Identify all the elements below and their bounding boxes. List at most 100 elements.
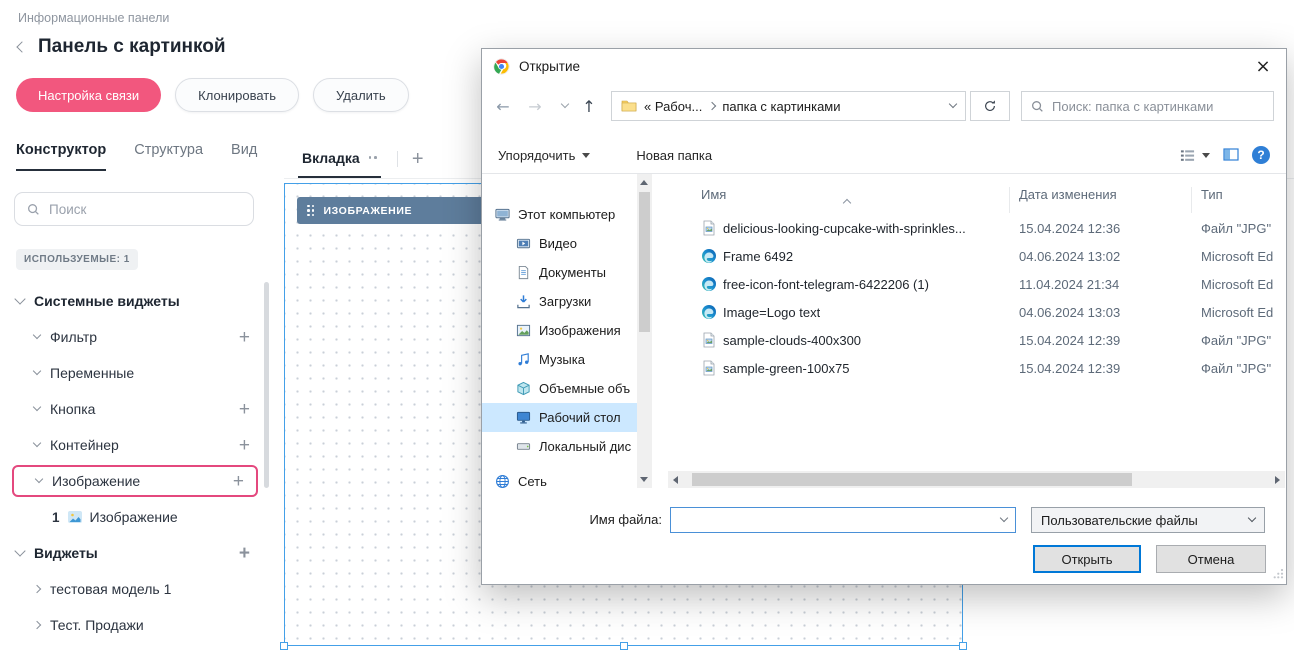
tree-group-system-widgets[interactable]: Системные виджеты bbox=[10, 283, 262, 319]
breadcrumb[interactable]: Информационные панели bbox=[18, 11, 169, 25]
add-button-widget-button[interactable]: + bbox=[239, 400, 250, 419]
column-header-name[interactable]: Имя bbox=[701, 187, 726, 202]
file-row-sample-clouds[interactable]: sample-clouds-400x300 15.04.2024 12:39 Ф… bbox=[668, 326, 1285, 354]
tree-group-widgets[interactable]: Виджеты + bbox=[10, 535, 262, 571]
toolbar-right-icons: ? bbox=[1180, 146, 1270, 164]
breadcrumb-parent[interactable]: « Рабоч... bbox=[644, 99, 702, 114]
nav-up-button[interactable]: ↑ bbox=[576, 83, 602, 129]
folder-item-3d-objects[interactable]: Объемные объ bbox=[482, 374, 652, 403]
view-mode-dropdown[interactable] bbox=[1180, 148, 1210, 163]
search-icon bbox=[27, 203, 40, 216]
horizontal-scrollbar[interactable] bbox=[668, 471, 1285, 488]
tree-item-test-sales[interactable]: Тест. Продажи bbox=[10, 607, 262, 643]
help-icon[interactable]: ? bbox=[1252, 146, 1270, 164]
preview-pane-icon[interactable] bbox=[1223, 147, 1239, 163]
tree-item-test-model[interactable]: тестовая модель 1 bbox=[10, 571, 262, 607]
widget-title: ИЗОБРАЖЕНИЕ bbox=[324, 205, 413, 217]
new-folder-button[interactable]: Новая папка bbox=[636, 148, 712, 163]
nav-history-dropdown[interactable] bbox=[552, 83, 578, 129]
folder-item-downloads[interactable]: Загрузки bbox=[482, 287, 652, 316]
folder-item-documents[interactable]: Документы bbox=[482, 258, 652, 287]
tree-item-label: Фильтр bbox=[50, 329, 97, 345]
tree-item-container[interactable]: Контейнер + bbox=[10, 427, 262, 463]
scrollbar-thumb[interactable] bbox=[692, 473, 1132, 486]
file-name: Frame 6492 bbox=[723, 249, 793, 264]
add-tab-button[interactable]: + bbox=[412, 148, 424, 171]
cancel-button[interactable]: Отмена bbox=[1156, 545, 1266, 573]
computer-icon bbox=[495, 207, 510, 222]
tab-structure[interactable]: Структура bbox=[134, 142, 203, 171]
column-divider[interactable] bbox=[1191, 187, 1192, 213]
tree-item-image-highlighted[interactable]: Изображение + bbox=[12, 465, 258, 497]
tab-menu-dots-icon[interactable] bbox=[369, 156, 377, 159]
tree-item-button[interactable]: Кнопка + bbox=[10, 391, 262, 427]
folder-item-label: Объемные объ bbox=[539, 381, 630, 396]
folder-icon bbox=[621, 98, 637, 114]
file-row-cupcake[interactable]: delicious-looking-cupcake-with-sprinkles… bbox=[668, 214, 1285, 242]
refresh-button[interactable] bbox=[970, 91, 1010, 121]
canvas-tab[interactable]: Вкладка bbox=[298, 139, 381, 178]
tree-item-image-instance[interactable]: 1 Изображение bbox=[10, 499, 262, 535]
folder-item-desktop-selected[interactable]: Рабочий стол bbox=[482, 403, 652, 432]
dialog-titlebar[interactable]: Открытие × bbox=[482, 49, 1286, 83]
nav-back-button[interactable]: ← bbox=[490, 83, 516, 129]
resize-grip[interactable] bbox=[1273, 567, 1284, 582]
file-row-frame[interactable]: Frame 6492 04.06.2024 13:02 Microsoft Ed bbox=[668, 242, 1285, 270]
filename-input[interactable] bbox=[670, 507, 1016, 533]
scroll-left-icon[interactable] bbox=[673, 476, 678, 484]
tree-item-label: тестовая модель 1 bbox=[50, 581, 171, 597]
video-icon bbox=[516, 236, 531, 251]
chevron-down-icon[interactable] bbox=[1000, 514, 1008, 522]
scroll-up-icon[interactable] bbox=[640, 180, 648, 185]
folder-item-pictures[interactable]: Изображения bbox=[482, 316, 652, 345]
resize-handle-bottom-right[interactable] bbox=[959, 642, 967, 650]
folder-item-videos[interactable]: Видео bbox=[482, 229, 652, 258]
column-divider[interactable] bbox=[1009, 187, 1010, 213]
tree-item-filter[interactable]: Фильтр + bbox=[10, 319, 262, 355]
column-header-type[interactable]: Тип bbox=[1201, 187, 1223, 202]
nav-forward-button[interactable]: → bbox=[522, 83, 548, 129]
scroll-down-icon[interactable] bbox=[640, 477, 648, 482]
sidebar-scrollbar[interactable] bbox=[264, 282, 269, 488]
dialog-body: Этот компьютер Видео Документы Загрузки … bbox=[482, 174, 1286, 488]
widget-search-input[interactable]: Поиск bbox=[14, 192, 254, 226]
scrollbar-thumb[interactable] bbox=[639, 192, 650, 332]
configure-connection-button[interactable]: Настройка связи bbox=[16, 78, 161, 112]
add-container-button[interactable]: + bbox=[239, 436, 250, 455]
dialog-title: Открытие bbox=[519, 59, 580, 74]
back-icon[interactable] bbox=[16, 41, 27, 52]
add-filter-button[interactable]: + bbox=[239, 328, 250, 347]
address-dropdown-icon[interactable] bbox=[949, 100, 957, 108]
address-bar[interactable]: « Рабоч... папка с картинками bbox=[611, 91, 966, 121]
open-button[interactable]: Открыть bbox=[1033, 545, 1141, 573]
delete-button[interactable]: Удалить bbox=[313, 78, 409, 112]
filetype-select[interactable]: Пользовательские файлы bbox=[1031, 507, 1265, 533]
clone-button[interactable]: Клонировать bbox=[175, 78, 299, 112]
tab-constructor[interactable]: Конструктор bbox=[16, 142, 106, 171]
add-image-button[interactable]: + bbox=[233, 472, 244, 491]
folder-item-network[interactable]: Сеть bbox=[482, 467, 652, 488]
tree-item-variables[interactable]: Переменные bbox=[10, 355, 262, 391]
breadcrumb-current-folder[interactable]: папка с картинками bbox=[722, 99, 840, 114]
action-buttons: Настройка связи Клонировать Удалить bbox=[16, 78, 409, 112]
organize-menu-button[interactable]: Упорядочить bbox=[498, 148, 590, 163]
tab-view[interactable]: Вид bbox=[231, 142, 257, 171]
file-row-logo-text[interactable]: Image=Logo text 04.06.2024 13:03 Microso… bbox=[668, 298, 1285, 326]
scroll-right-icon[interactable] bbox=[1275, 476, 1280, 484]
dialog-footer: Имя файла: Пользовательские файлы Открыт… bbox=[482, 488, 1286, 584]
folder-item-this-pc[interactable]: Этот компьютер bbox=[482, 200, 652, 229]
folder-item-music[interactable]: Музыка bbox=[482, 345, 652, 374]
folder-item-local-disk[interactable]: Локальный дис bbox=[482, 432, 652, 461]
file-row-telegram-icon[interactable]: free-icon-font-telegram-6422206 (1) 11.0… bbox=[668, 270, 1285, 298]
column-header-date[interactable]: Дата изменения bbox=[1019, 187, 1117, 202]
dialog-search-input[interactable]: Поиск: папка с картинками bbox=[1021, 91, 1274, 121]
add-widget-button[interactable]: + bbox=[239, 544, 250, 563]
file-row-sample-green[interactable]: sample-green-100x75 15.04.2024 12:39 Фай… bbox=[668, 354, 1285, 382]
tree-item-label: Контейнер bbox=[50, 437, 119, 453]
title-row: Панель с картинкой bbox=[18, 36, 226, 58]
drag-handle-icon[interactable] bbox=[307, 205, 315, 217]
resize-handle-bottom-left[interactable] bbox=[280, 642, 288, 650]
nav-pane-scrollbar[interactable] bbox=[637, 174, 652, 488]
resize-handle-bottom-center[interactable] bbox=[620, 642, 628, 650]
close-icon[interactable]: × bbox=[1240, 49, 1286, 83]
